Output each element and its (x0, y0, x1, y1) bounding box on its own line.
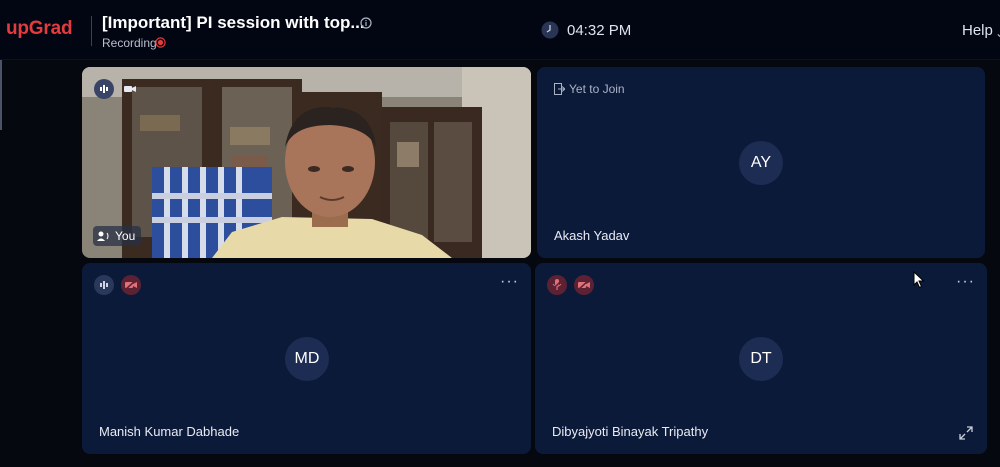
audio-level-icon[interactable] (94, 79, 114, 99)
participant-name: Manish Kumar Dabhade (99, 424, 240, 439)
speaker-icon (97, 231, 109, 241)
upgrad-logo[interactable]: upGrad (6, 18, 73, 40)
participant-name: You (115, 229, 136, 243)
more-icon[interactable]: ··· (956, 273, 975, 291)
mouse-cursor-icon (913, 271, 925, 289)
recording-label: Recording (102, 36, 157, 50)
participant-tile-akash-yadav[interactable]: Yet to Join AY Akash Yadav (537, 67, 985, 258)
participant-tile-manish-kumar-dabhade[interactable]: ··· MD Manish Kumar Dabhade (82, 263, 531, 454)
top-bar: upGrad [Important] PI session with top..… (0, 0, 1000, 60)
left-edge-line (0, 60, 2, 130)
participant-tile-you[interactable]: You (82, 67, 531, 258)
video-off-icon[interactable] (121, 275, 141, 295)
avatar: AY (739, 141, 783, 185)
join-icon (554, 83, 565, 95)
participant-tile-dibyajyoti-binayak-tripathy[interactable]: ··· DT Dibyajyoti Binayak Tripathy (535, 263, 987, 454)
mic-off-icon[interactable] (547, 275, 567, 295)
video-off-icon[interactable] (574, 275, 594, 295)
logo-divider (91, 16, 92, 46)
join-status: Yet to Join (569, 82, 625, 96)
current-time: 04:32 PM (567, 22, 632, 39)
recording-dot-icon (155, 37, 166, 48)
avatar: DT (739, 337, 783, 381)
more-icon[interactable]: ··· (500, 273, 519, 291)
expand-icon[interactable] (959, 426, 973, 440)
avatar: MD (285, 337, 329, 381)
help-chevron-icon[interactable]: ⌄ (995, 26, 1000, 40)
audio-level-icon[interactable] (94, 275, 114, 295)
help-button[interactable]: Help (962, 22, 993, 39)
you-label-badge: You (93, 226, 142, 246)
session-title: [Important] PI session with top... (102, 13, 365, 32)
clock-icon (541, 21, 559, 39)
video-camera-icon[interactable] (120, 79, 140, 99)
participant-name: Akash Yadav (554, 228, 630, 243)
participant-name: Dibyajyoti Binayak Tripathy (552, 424, 709, 439)
participant-video-feed (82, 67, 531, 258)
info-icon[interactable] (360, 17, 372, 29)
